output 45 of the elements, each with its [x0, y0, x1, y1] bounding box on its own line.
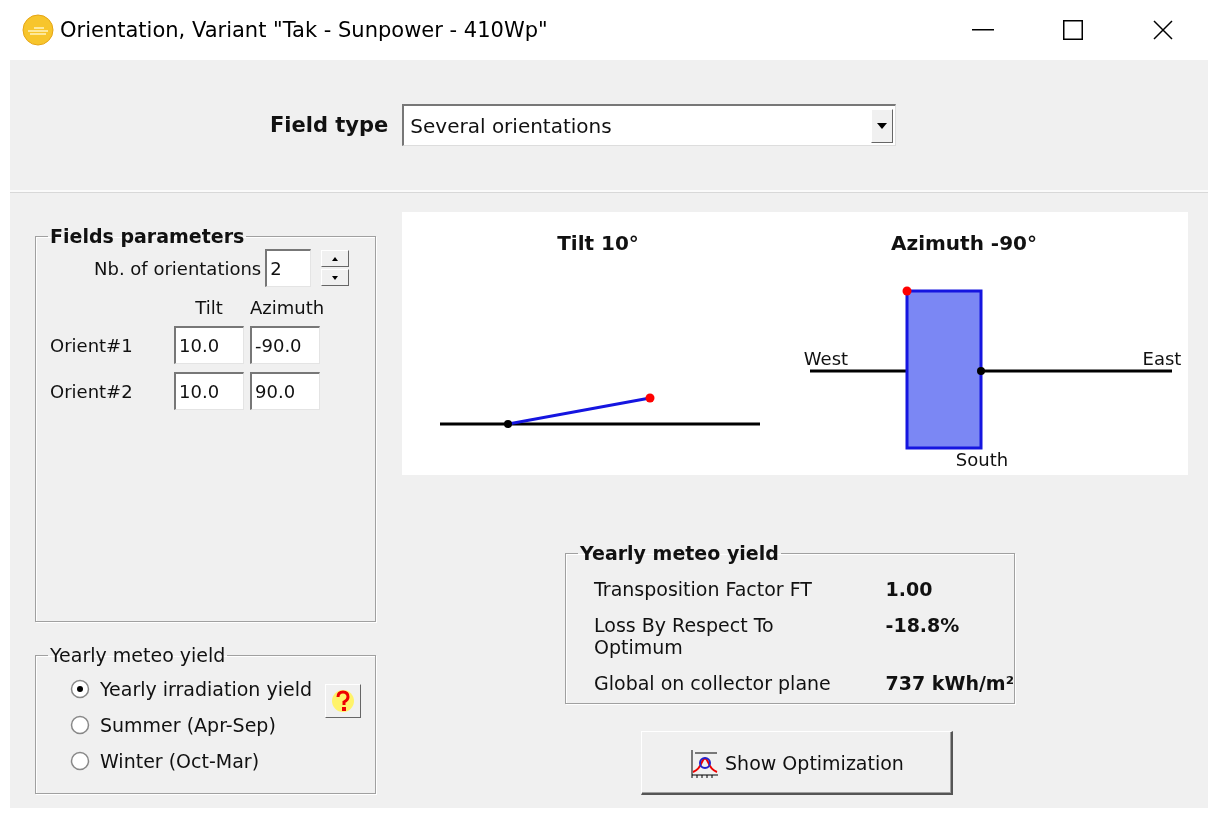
radio-button[interactable] — [70, 751, 90, 771]
orientation-count-label: Nb. of orientations — [94, 257, 262, 279]
radio-button[interactable] — [70, 679, 90, 699]
tilt-title: Tilt 10° — [557, 231, 639, 255]
tilt-field[interactable]: 10.0 — [174, 372, 244, 410]
yield-label: Transposition Factor FT — [594, 578, 813, 600]
panel-title: Yearly meteo yield — [49, 644, 227, 666]
window-title: Orientation, Variant "Tak - Sunpower - 410Wp" — [60, 18, 549, 42]
orientation-count-field[interactable]: 2 — [265, 249, 312, 287]
field-type-label: Field type — [270, 113, 389, 137]
question-mark-icon — [331, 688, 355, 714]
radio-label: Yearly irradiation yield — [100, 678, 312, 700]
yield-label: Global on collector plane — [594, 672, 832, 694]
yield-label: Loss By Respect To Optimum — [594, 614, 775, 658]
radio-label: Winter (Oct-Mar) — [100, 750, 260, 772]
spin-up-button[interactable] — [321, 250, 350, 267]
field-type-dropdown[interactable]: Several orientations — [402, 104, 897, 146]
sun-logo-icon — [22, 14, 54, 46]
show-optimization-button[interactable]: Show Optimization — [641, 731, 953, 795]
close-icon[interactable] — [1153, 20, 1173, 40]
down-arrow-icon — [332, 275, 339, 280]
chart-icon — [689, 747, 720, 778]
panel-title: Yearly meteo yield — [579, 542, 780, 564]
south-label: South — [955, 449, 1009, 470]
radio-button[interactable] — [70, 715, 90, 735]
dropdown-arrow-icon[interactable] — [877, 122, 888, 129]
column-header: Tilt — [194, 297, 224, 318]
azimuth-field[interactable]: 90.0 — [250, 372, 320, 410]
radio-label: Summer (Apr-Sep) — [100, 714, 276, 736]
maximize-icon[interactable] — [1063, 20, 1083, 40]
tilt-field[interactable]: 10.0 — [174, 326, 244, 364]
yield-value: 1.00 — [885, 578, 934, 600]
west-label: West — [803, 348, 849, 369]
azimuth-field[interactable]: -90.0 — [250, 326, 320, 364]
east-label: East — [1142, 348, 1182, 369]
minimize-icon[interactable] — [972, 29, 994, 31]
yield-value: -18.8% — [885, 614, 961, 638]
azimuth-title: Azimuth -90° — [891, 231, 1037, 255]
panel-title: Fields parameters — [49, 225, 246, 247]
orientation-label: Orient#2 — [50, 380, 134, 402]
up-arrow-icon — [332, 256, 339, 261]
spin-down-button[interactable] — [321, 269, 350, 286]
orientation-label: Orient#1 — [50, 334, 134, 356]
yield-value: 737 kWh/m² — [885, 672, 1014, 694]
help-button[interactable] — [325, 684, 361, 718]
